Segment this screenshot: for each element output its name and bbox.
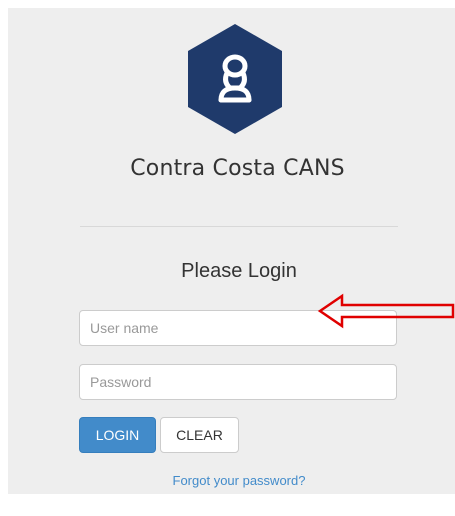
password-input[interactable] [79, 364, 397, 400]
app-title: Contra Costa CANS [130, 156, 345, 181]
left-arrow-annotation-icon [317, 293, 455, 329]
app-logo-icon [188, 24, 282, 134]
clear-button[interactable]: CLEAR [160, 417, 239, 453]
login-heading: Please Login [181, 260, 297, 282]
forgot-password-link[interactable]: Forgot your password? [80, 473, 398, 488]
divider [80, 226, 398, 227]
login-button[interactable]: LOGIN [79, 417, 156, 453]
